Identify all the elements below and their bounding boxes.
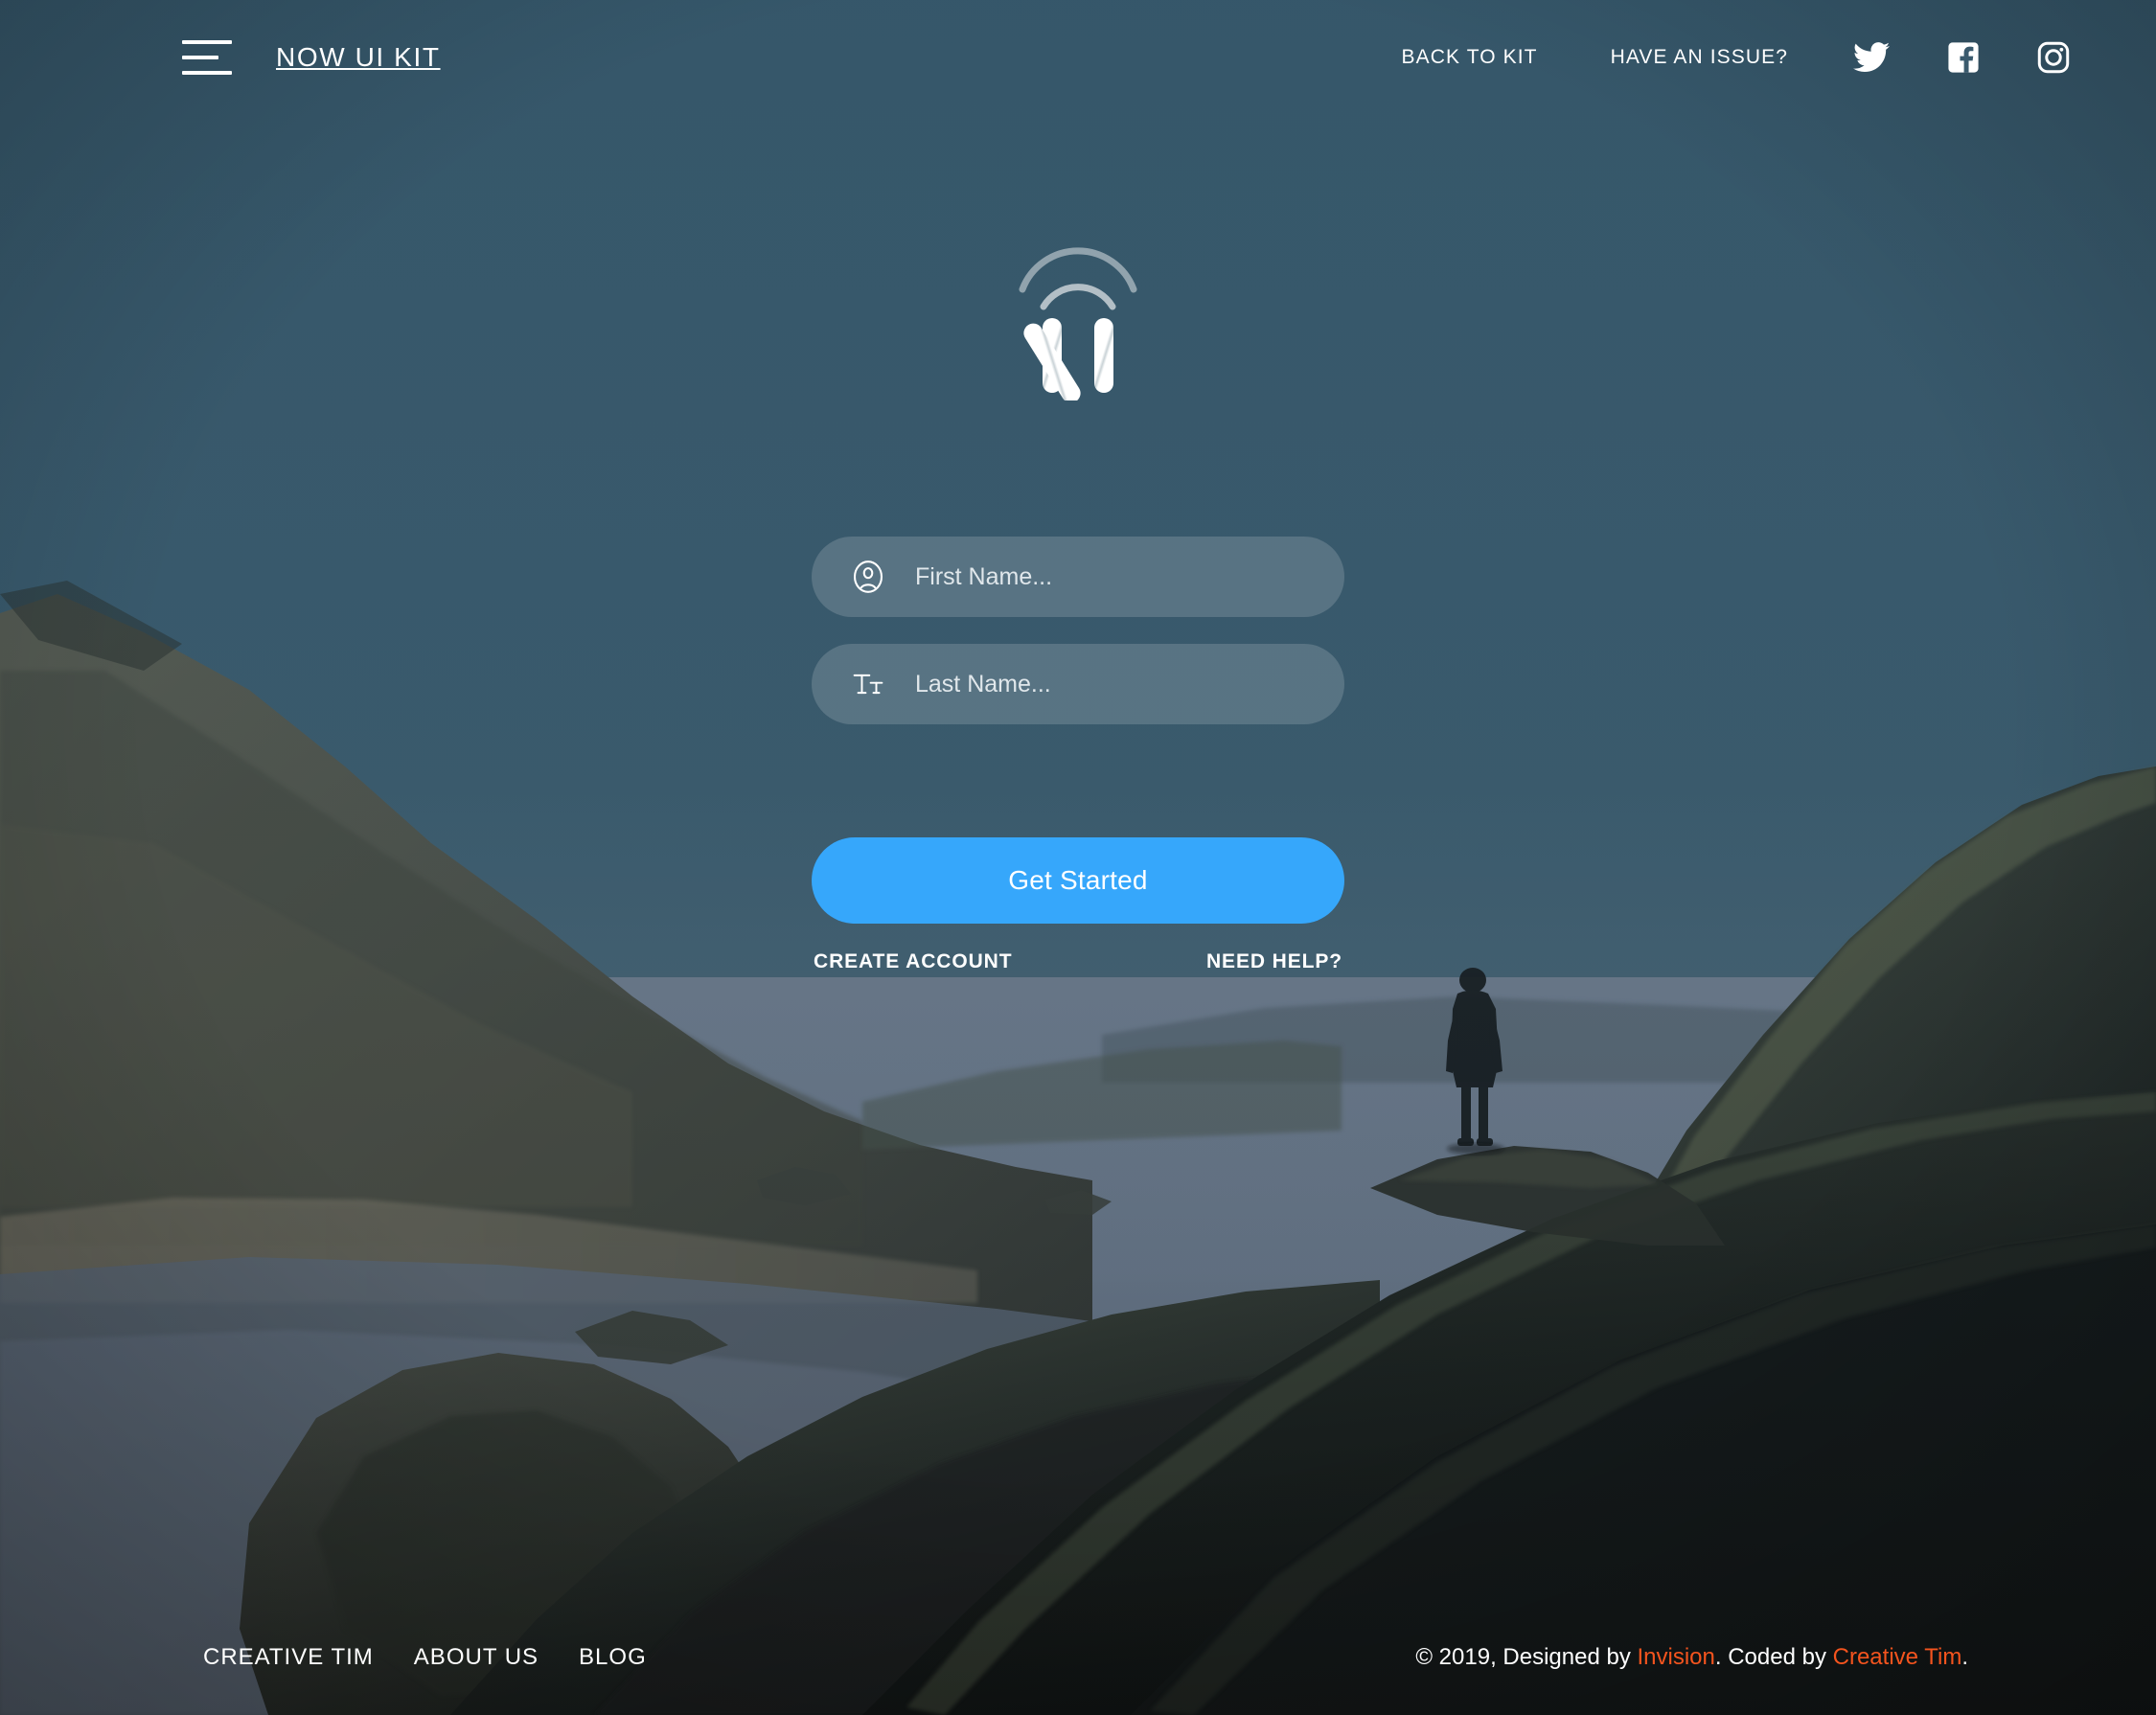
creative-tim-link[interactable]: Creative Tim <box>1833 1644 1962 1670</box>
create-account-link[interactable]: CREATE ACCOUNT <box>814 950 1012 973</box>
copyright-text: © 2019, Designed by Invision. Coded by C… <box>1415 1644 1968 1671</box>
brand-title[interactable]: NOW UI KIT <box>276 42 441 73</box>
logo-arc-inner <box>1040 284 1116 310</box>
hamburger-icon[interactable] <box>182 40 232 75</box>
form-sub-links: CREATE ACCOUNT NEED HELP? <box>812 950 1344 973</box>
navbar-brand-group: NOW UI KIT <box>182 40 441 75</box>
logo-arc-outer <box>1019 247 1137 293</box>
instagram-link[interactable] <box>2008 41 2099 74</box>
logo-letter-n <box>1023 318 1113 400</box>
page-footer: CREATIVE TIM ABOUT US BLOG © 2019, Desig… <box>0 1600 2156 1715</box>
copyright-suffix: . <box>1961 1644 1968 1670</box>
top-navbar: NOW UI KIT BACK TO KIT HAVE AN ISSUE? <box>0 0 2156 115</box>
user-circle-icon <box>848 557 888 597</box>
hamburger-bar-3 <box>182 71 232 75</box>
signup-form: Get Started CREATE ACCOUNT NEED HELP? <box>812 537 1344 973</box>
get-started-button[interactable]: Get Started <box>812 837 1344 924</box>
signup-page: NOW UI KIT BACK TO KIT HAVE AN ISSUE? Fi… <box>0 0 2156 1715</box>
footer-link-creative-tim[interactable]: CREATIVE TIM <box>203 1644 374 1671</box>
navbar-links: BACK TO KIT HAVE AN ISSUE? <box>1365 41 2099 74</box>
first-name-input[interactable] <box>915 562 1344 591</box>
nav-link-back-to-kit[interactable]: BACK TO KIT <box>1365 46 1574 69</box>
need-help-link[interactable]: NEED HELP? <box>1206 950 1342 973</box>
text-format-icon <box>848 664 888 704</box>
instagram-icon <box>2037 41 2070 74</box>
last-name-field[interactable] <box>812 644 1344 724</box>
footer-link-about-us[interactable]: ABOUT US <box>414 1644 539 1671</box>
hamburger-bar-1 <box>182 40 232 44</box>
copyright-middle: . Coded by <box>1714 1644 1833 1670</box>
twitter-icon <box>1853 42 1890 73</box>
invision-link[interactable]: Invision <box>1638 1644 1715 1670</box>
first-name-field[interactable] <box>812 537 1344 617</box>
footer-link-blog[interactable]: BLOG <box>579 1644 647 1671</box>
nav-link-have-an-issue[interactable]: HAVE AN ISSUE? <box>1574 46 1824 69</box>
footer-nav: CREATIVE TIM ABOUT US BLOG <box>203 1644 647 1671</box>
facebook-link[interactable] <box>1918 41 2008 74</box>
copyright-prefix: © 2019, Designed by <box>1415 1644 1638 1670</box>
twitter-link[interactable] <box>1824 42 1918 73</box>
hamburger-bar-2 <box>182 56 218 59</box>
last-name-input[interactable] <box>915 670 1344 698</box>
now-ui-kit-logo <box>1001 247 1155 400</box>
facebook-icon <box>1947 41 1980 74</box>
